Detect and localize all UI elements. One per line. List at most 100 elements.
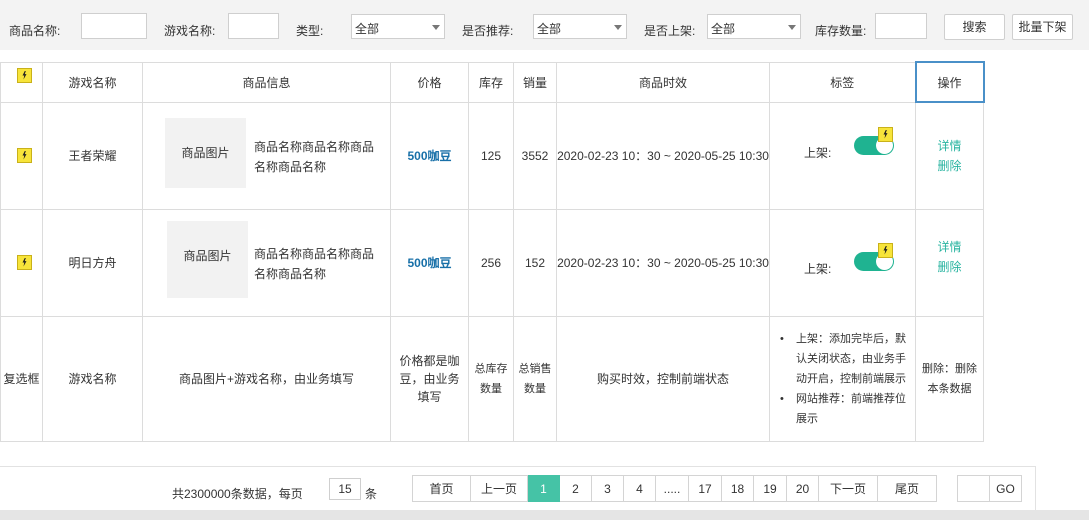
chevron-down-icon <box>432 25 440 30</box>
page-size-unit: 条 <box>365 487 378 501</box>
note-operation: 删除：删除本条数据 <box>915 315 984 442</box>
recommend-label: 是否推荐: <box>462 24 514 38</box>
note-stock: 总库存数量 <box>468 315 514 442</box>
chevron-down-icon <box>788 25 796 30</box>
stock-label: 库存数量: <box>815 24 867 38</box>
stock-input[interactable] <box>875 13 927 39</box>
checkbox-icon <box>17 147 32 163</box>
page-button-2[interactable]: 2 <box>560 475 592 502</box>
header-stock: 库存 <box>468 61 514 103</box>
last-page-button[interactable]: 尾页 <box>878 475 937 502</box>
listed-tag-label: 上架: <box>804 261 832 276</box>
checkbox-icon <box>17 67 32 83</box>
row-operation: 详情 删除 <box>915 208 984 317</box>
note-checkbox: 复选框 <box>0 315 43 442</box>
row-tags: 上架: <box>769 208 916 317</box>
page-size-input[interactable]: 15 <box>329 478 361 500</box>
recommend-select[interactable]: 全部 <box>533 14 627 39</box>
product-name-label: 商品名称: <box>9 24 61 38</box>
header-validity: 商品时效 <box>556 61 770 103</box>
recommend-select-value: 全部 <box>537 22 562 36</box>
listed-select[interactable]: 全部 <box>707 14 801 39</box>
row-tags: 上架: <box>769 101 916 210</box>
product-name: 商品名称商品名称商品名称商品名称 <box>254 139 375 174</box>
product-name: 商品名称商品名称商品名称商品名称 <box>254 246 375 281</box>
listed-label: 是否上架: <box>644 24 696 38</box>
note-validity: 购买时效，控制前端状态 <box>556 315 770 442</box>
row-stock: 125 <box>468 101 514 210</box>
note-tags: 上架：添加完毕后，默认关闭状态，由业务手动开启，控制前端展示 网站推荐：前端推荐… <box>769 315 916 442</box>
listed-select-value: 全部 <box>711 22 736 36</box>
row-sales: 3552 <box>513 101 557 210</box>
page-button-3[interactable]: 3 <box>592 475 624 502</box>
row-operation: 详情 删除 <box>915 101 984 210</box>
header-operation: 操作 <box>914 61 985 103</box>
row-sales: 152 <box>513 208 557 317</box>
note-game: 游戏名称 <box>42 315 143 442</box>
row-price: 500咖豆 <box>390 208 469 317</box>
header-sales: 销量 <box>513 61 557 103</box>
game-name-input[interactable] <box>228 13 279 39</box>
next-page-button[interactable]: 下一页 <box>819 475 878 502</box>
page-button-4[interactable]: 4 <box>624 475 656 502</box>
checkbox-icon <box>17 254 32 270</box>
goto-page-input[interactable] <box>957 475 990 502</box>
note-tags-item: 上架：添加完毕后，默认关闭状态，由业务手动开启，控制前端展示 <box>770 329 915 389</box>
bottom-scrollbar[interactable] <box>0 510 1089 520</box>
detail-link[interactable]: 详情 <box>916 136 983 156</box>
chevron-down-icon <box>614 25 622 30</box>
page-button-19[interactable]: 19 <box>754 475 787 502</box>
notes-row: 复选框 游戏名称 商品图片+游戏名称，由业务填写 价格都是咖豆，由业务填写 总库… <box>0 315 984 442</box>
batch-off-button[interactable]: 批量下架 <box>1012 14 1073 40</box>
listed-tag-label: 上架: <box>804 145 832 160</box>
row-checkbox[interactable] <box>0 208 43 317</box>
listed-toggle[interactable] <box>854 242 894 271</box>
search-button[interactable]: 搜索 <box>944 14 1005 40</box>
detail-link[interactable]: 详情 <box>916 237 983 257</box>
row-checkbox[interactable] <box>0 101 43 210</box>
note-tags-item: 网站推荐：前端推荐位展示 <box>770 389 915 429</box>
type-select[interactable]: 全部 <box>351 14 445 39</box>
select-all-checkbox[interactable] <box>0 61 43 103</box>
product-image: 商品图片 <box>167 220 248 298</box>
page-button-18[interactable]: 18 <box>722 475 754 502</box>
header-product: 商品信息 <box>142 61 391 103</box>
row-stock: 256 <box>468 208 514 317</box>
row-game: 明日方舟 <box>42 208 143 317</box>
delete-link[interactable]: 删除 <box>916 257 983 277</box>
goto-page-button[interactable]: GO <box>989 475 1022 502</box>
table-row: 明日方舟 商品图片 商品名称商品名称商品名称商品名称 500咖豆 256 152… <box>0 208 984 317</box>
row-game: 王者荣耀 <box>42 101 143 210</box>
row-price: 500咖豆 <box>390 101 469 210</box>
price-value: 500咖豆 <box>407 149 452 163</box>
note-price: 价格都是咖豆，由业务填写 <box>390 315 469 442</box>
page-button-1[interactable]: 1 <box>528 475 560 502</box>
row-product: 商品图片 商品名称商品名称商品名称商品名称 <box>142 101 391 210</box>
lightning-icon <box>878 242 893 258</box>
table-header-row: 游戏名称 商品信息 价格 库存 销量 商品时效 标签 操作 <box>0 61 985 103</box>
header-game: 游戏名称 <box>42 61 143 103</box>
row-validity: 2020-02-23 10：30 ~ 2020-05-25 10:30 <box>556 208 770 317</box>
product-name-input[interactable] <box>81 13 147 39</box>
note-product: 商品图片+游戏名称，由业务填写 <box>142 315 391 442</box>
type-label: 类型: <box>296 24 324 38</box>
product-image: 商品图片 <box>165 117 246 188</box>
game-name-label: 游戏名称: <box>164 24 216 38</box>
first-page-button[interactable]: 首页 <box>412 475 471 502</box>
lightning-icon <box>878 126 893 142</box>
total-count-text: 共2300000条数据，每页 <box>172 487 303 501</box>
price-value: 500咖豆 <box>407 256 452 270</box>
page-button-20[interactable]: 20 <box>787 475 819 502</box>
row-product: 商品图片 商品名称商品名称商品名称商品名称 <box>142 208 391 317</box>
page-button-17[interactable]: 17 <box>689 475 722 502</box>
header-price: 价格 <box>390 61 469 103</box>
page-ellipsis: ..... <box>656 475 689 502</box>
product-table: 游戏名称 商品信息 价格 库存 销量 商品时效 标签 操作 王者荣耀 商品图片 … <box>0 61 985 442</box>
note-sales: 总销售数量 <box>513 315 557 442</box>
prev-page-button[interactable]: 上一页 <box>471 475 528 502</box>
table-row: 王者荣耀 商品图片 商品名称商品名称商品名称商品名称 500咖豆 125 355… <box>0 101 984 210</box>
delete-link[interactable]: 删除 <box>916 156 983 176</box>
type-select-value: 全部 <box>355 22 380 36</box>
row-validity: 2020-02-23 10：30 ~ 2020-05-25 10:30 <box>556 101 770 210</box>
listed-toggle[interactable] <box>854 126 894 155</box>
